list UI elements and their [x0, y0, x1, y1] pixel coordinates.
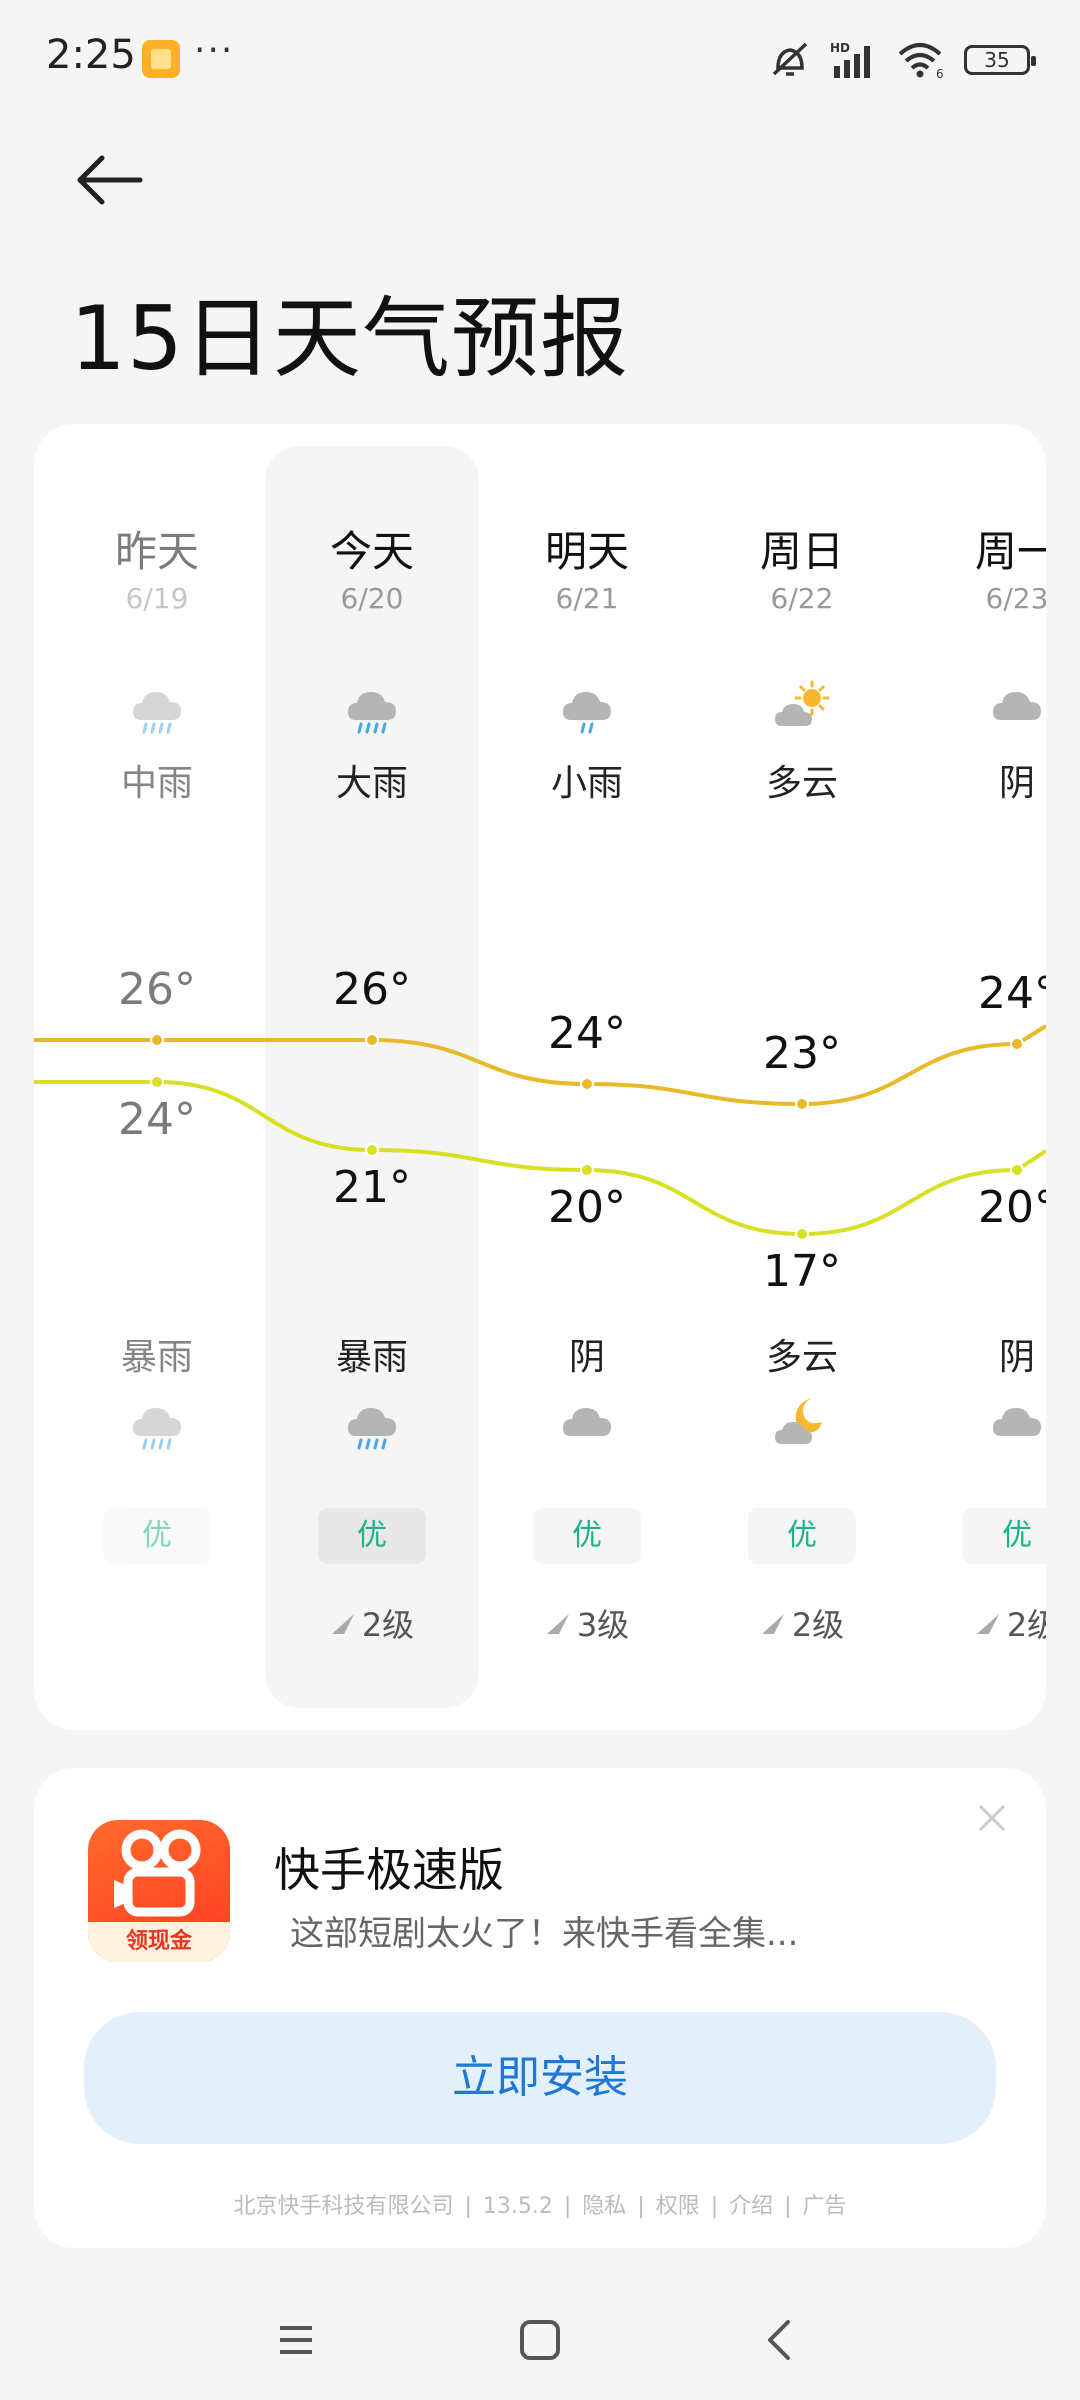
low-temp: 20°: [978, 1182, 1046, 1233]
network-type-label: HD: [830, 41, 850, 55]
day-date: 6/21: [555, 582, 619, 615]
video-camera-icon: [114, 1829, 201, 1917]
aqi-badge: 优: [318, 1508, 426, 1564]
more-notifications-icon: ···: [194, 30, 235, 71]
day-name: 周日: [759, 527, 844, 576]
night-condition: 多云: [765, 1337, 838, 1378]
install-button[interactable]: 立即安装: [84, 2012, 996, 2144]
ad-version: 13.5.2: [482, 2194, 553, 2219]
day-name: 昨天: [114, 527, 199, 576]
battery-icon: 35: [964, 45, 1036, 75]
low-temp: 21°: [333, 1162, 411, 1213]
night-condition: 阴: [998, 1337, 1035, 1378]
privacy-link[interactable]: 隐私: [582, 2194, 626, 2219]
day-condition: 多云: [765, 763, 838, 804]
home-icon[interactable]: [510, 2310, 570, 2370]
forecast-day-column[interactable]: 周一 6/23 阴 24° 20° 阴 优 2级: [910, 424, 1046, 1730]
ad-app-name[interactable]: 快手极速版: [274, 1834, 504, 1900]
wind-direction-icon: [761, 1614, 784, 1634]
night-condition: 暴雨: [120, 1337, 193, 1378]
forecast-day-column[interactable]: 周日 6/22 多云 23° 17° 多云 优 2级: [695, 424, 909, 1730]
wind-level: 2级: [1006, 1606, 1046, 1644]
ad-card[interactable]: 领现金 快手极速版 这部短剧太火了！来快手看全集... 立即安装 北京快手科技有…: [34, 1768, 1046, 2248]
wind-info: 2级: [265, 1600, 479, 1646]
ad-company: 北京快手科技有限公司: [233, 2194, 454, 2219]
day-condition: 大雨: [335, 763, 408, 804]
ad-label: 广告: [802, 2194, 847, 2219]
rain-icon: [127, 676, 187, 736]
partly-cloudy-day-icon: [772, 676, 832, 736]
heavy-rain-icon: [127, 1392, 187, 1452]
high-temp: 26°: [333, 964, 411, 1015]
ad-description[interactable]: 这部短剧太火了！来快手看全集...: [290, 1906, 798, 1955]
low-temp: 20°: [548, 1182, 626, 1233]
forecast-day-column[interactable]: 昨天 6/19 中雨 26° 24° 暴雨 优: [50, 424, 264, 1730]
day-condition: 阴: [998, 763, 1035, 804]
day-name: 明天: [544, 527, 629, 576]
day-date: 6/22: [770, 582, 834, 615]
night-condition: 阴: [568, 1337, 605, 1378]
permissions-link[interactable]: 权限: [656, 2194, 700, 2219]
rain-icon: [342, 676, 402, 736]
day-date: 6/23: [985, 582, 1046, 615]
wind-level: 3级: [576, 1606, 630, 1644]
app-icon[interactable]: 领现金: [88, 1820, 230, 1962]
wind-direction-icon: [546, 1614, 569, 1634]
wifi-label: 6: [936, 67, 944, 80]
close-icon[interactable]: [972, 1798, 1012, 1838]
wind-level: 2级: [361, 1606, 415, 1644]
menu-icon[interactable]: [266, 2310, 326, 2370]
page-title: 15日天气预报: [70, 287, 629, 390]
aqi-badge: 优: [748, 1508, 856, 1564]
low-temp: 17°: [763, 1246, 841, 1297]
high-temp: 26°: [118, 964, 196, 1015]
day-date: 6/19: [125, 582, 189, 615]
wifi-icon: 6: [898, 43, 944, 80]
aqi-badge: 优: [963, 1508, 1046, 1564]
back-nav-icon[interactable]: [750, 2310, 810, 2370]
status-indicators: HD 6 35: [768, 36, 1036, 84]
day-name: 今天: [329, 527, 414, 576]
forecast-card[interactable]: 昨天 6/19 中雨 26° 24° 暴雨 优 今天 6/20 大雨 26° 2…: [34, 424, 1046, 1730]
light-rain-icon: [557, 676, 617, 736]
night-condition: 暴雨: [335, 1337, 408, 1378]
wind-direction-icon: [331, 1614, 354, 1634]
heavy-rain-icon: [342, 1392, 402, 1452]
intro-link[interactable]: 介绍: [729, 2194, 773, 2219]
cloud-icon: [557, 1392, 617, 1452]
low-temp: 24°: [118, 1094, 196, 1145]
status-time: 2:25: [46, 32, 136, 78]
forecast-day-column[interactable]: 明天 6/21 小雨 24° 20° 阴 优 3级: [480, 424, 694, 1730]
aqi-badge: 优: [533, 1508, 641, 1564]
back-arrow-icon[interactable]: [70, 150, 150, 210]
forecast-day-column[interactable]: 今天 6/20 大雨 26° 21° 暴雨 优 2级: [265, 424, 479, 1730]
day-condition: 小雨: [550, 763, 623, 804]
cellular-signal-icon: HD: [830, 41, 870, 78]
app-icon-badge: 领现金: [88, 1922, 230, 1962]
wind-info: 2级: [695, 1600, 909, 1646]
ad-footer: 北京快手科技有限公司 | 13.5.2 | 隐私 | 权限 | 介绍 | 广告: [233, 2194, 847, 2219]
navigation-bar: [0, 2280, 1080, 2390]
cloud-icon: [987, 1392, 1046, 1452]
wind-info: 3级: [480, 1600, 694, 1646]
day-name: 周一: [974, 527, 1046, 576]
mute-vibrate-icon: [772, 42, 808, 76]
high-temp: 24°: [978, 968, 1046, 1019]
day-date: 6/20: [340, 582, 404, 615]
wind-info: 2级: [910, 1600, 1046, 1646]
partly-cloudy-night-icon: [772, 1392, 832, 1452]
aqi-badge: 优: [103, 1508, 211, 1564]
high-temp: 23°: [763, 1028, 841, 1079]
wind-direction-icon: [976, 1614, 999, 1634]
cloud-icon: [987, 676, 1046, 736]
high-temp: 24°: [548, 1008, 626, 1059]
notification-app-icon: [142, 40, 180, 78]
wind-level: 2级: [791, 1606, 845, 1644]
status-bar: 2:25 ··· HD 6 35: [0, 0, 1080, 120]
day-condition: 中雨: [120, 763, 193, 804]
